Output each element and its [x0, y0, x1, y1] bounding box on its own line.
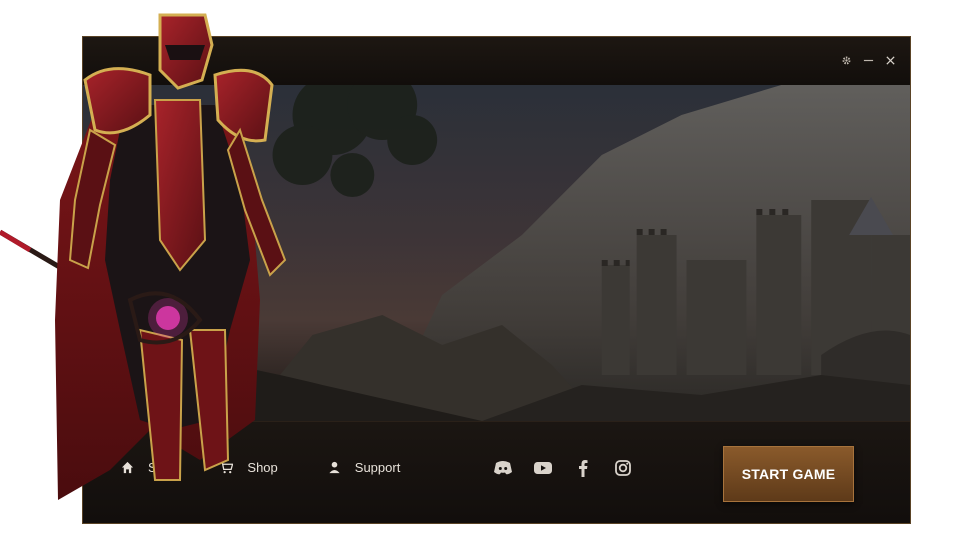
knight-character-image: [0, 13, 287, 500]
start-game-button[interactable]: START GAME: [723, 446, 854, 502]
facebook-icon[interactable]: [573, 458, 593, 478]
youtube-icon[interactable]: [533, 458, 553, 478]
discord-icon[interactable]: [493, 458, 513, 478]
window-controls: [840, 54, 896, 66]
instagram-icon[interactable]: [613, 458, 633, 478]
close-icon[interactable]: [884, 54, 896, 66]
user-icon: [329, 461, 340, 474]
nav-item-label: Support: [354, 460, 401, 475]
launcher-stage: Site Shop Support: [0, 0, 960, 540]
nav-item-support[interactable]: Support: [328, 460, 401, 475]
gear-icon[interactable]: [840, 54, 852, 66]
social-links: [493, 458, 633, 478]
minimize-icon[interactable]: [862, 54, 874, 66]
